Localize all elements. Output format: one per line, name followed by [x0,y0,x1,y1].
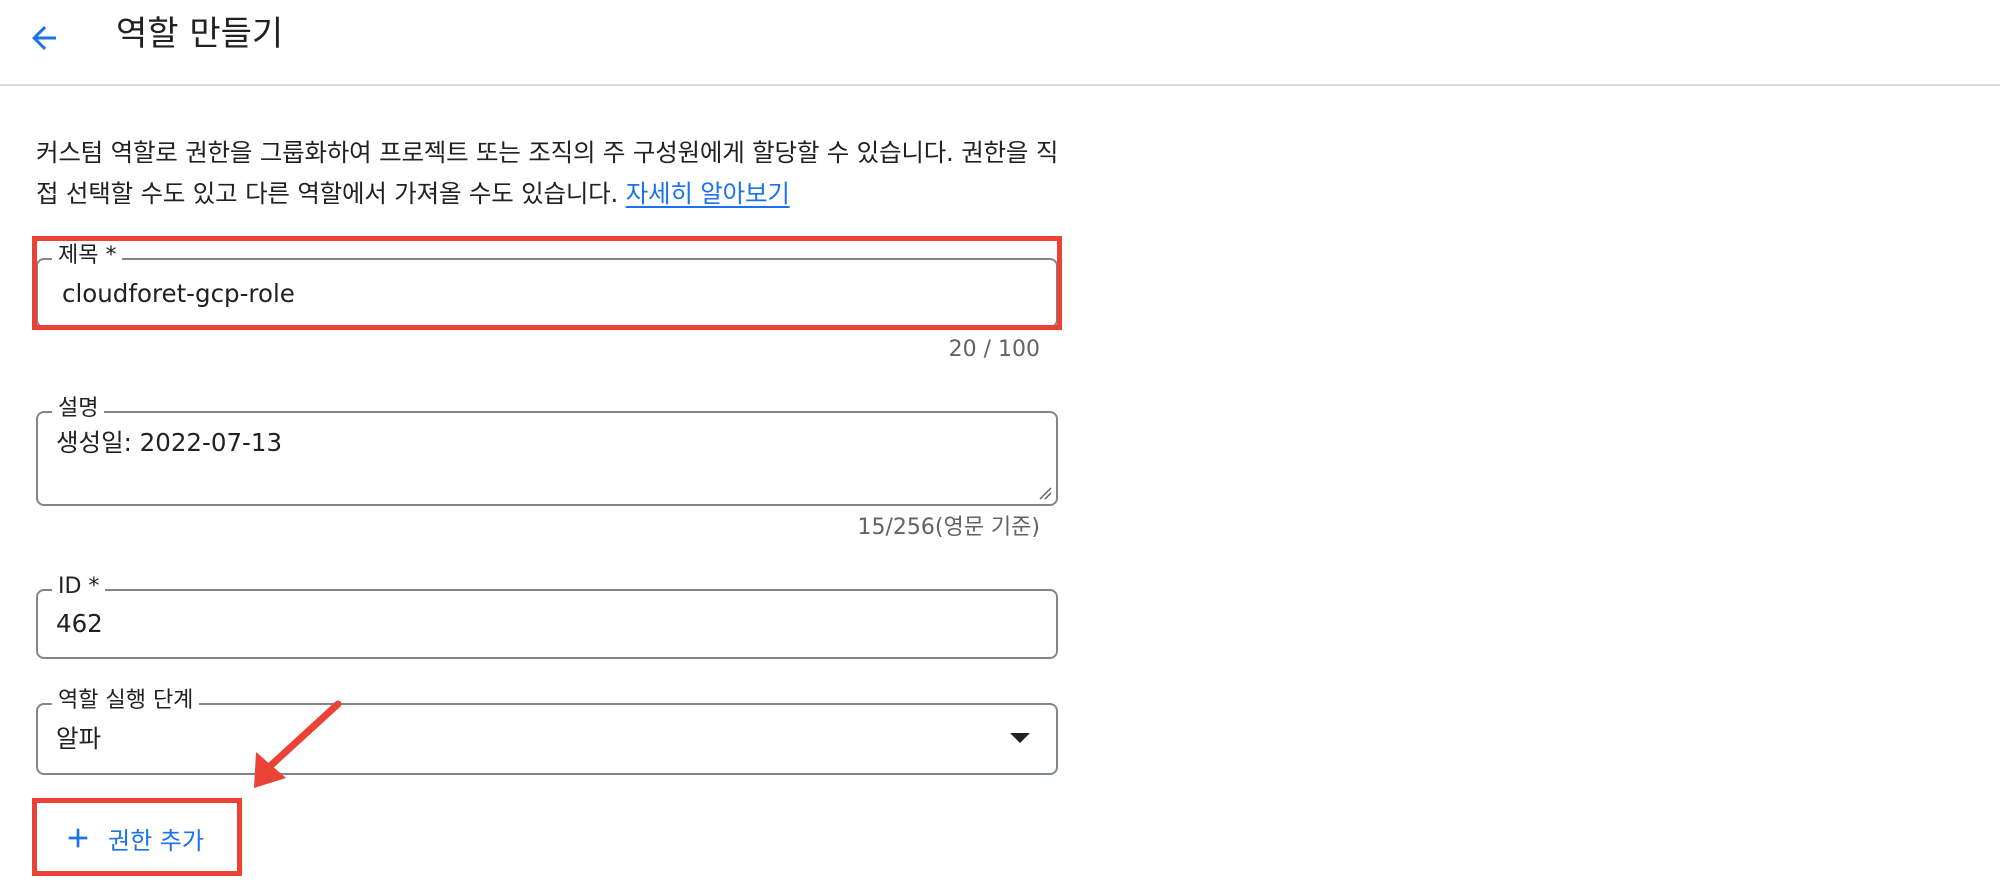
arrow-back-icon [32,26,56,50]
id-field[interactable]: ID * 462 [36,573,1058,659]
top-app-bar: 역할 만들기 [0,0,2000,86]
arrow-drop-down-icon[interactable] [1010,733,1030,743]
plus-icon [68,828,88,848]
add-permission-label: 권한 추가 [108,826,204,855]
annotation-arrow-icon [254,700,342,788]
resize-handle-icon[interactable] [1038,486,1052,500]
back-button[interactable] [20,14,68,62]
title-char-counter: 20 / 100 [948,337,1040,362]
description-field-label: 설명 [52,395,105,423]
id-input[interactable]: 462 [56,608,103,640]
role-stage-value[interactable]: 알파 [56,723,101,755]
description-char-counter: 15/256(영문 기준) [857,515,1040,540]
add-permission-button[interactable]: 권한 추가 [48,810,218,866]
intro-description: 커스텀 역할로 권한을 그룹화하여 프로젝트 또는 조직의 주 구성원에게 할당… [36,132,1062,214]
role-stage-label: 역할 실행 단계 [52,687,200,715]
learn-more-link[interactable]: 자세히 알아보기 [626,179,790,208]
role-stage-select[interactable]: 역할 실행 단계 알파 [36,687,1058,775]
intro-text: 커스텀 역할로 권한을 그룹화하여 프로젝트 또는 조직의 주 구성원에게 할당… [36,138,1059,208]
description-textarea[interactable]: 생성일: 2022-07-13 [56,427,282,459]
description-field[interactable]: 설명 생성일: 2022-07-13 [36,395,1058,506]
title-field-highlight [32,236,1062,330]
page-title: 역할 만들기 [116,14,284,54]
id-field-label: ID * [52,573,106,601]
